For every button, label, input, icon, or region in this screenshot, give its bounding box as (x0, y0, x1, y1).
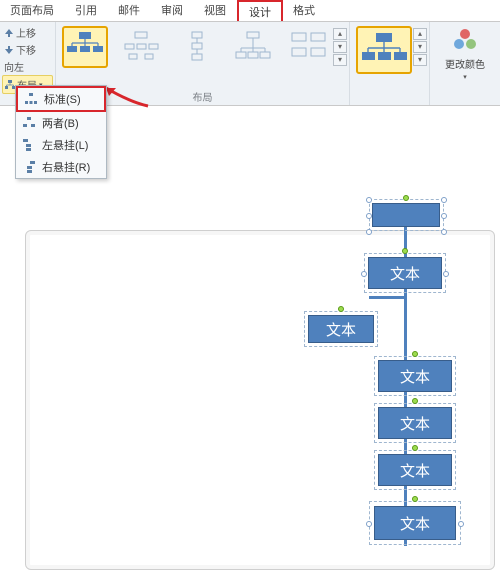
arrow-up-icon (4, 28, 14, 38)
ribbon-tabs: 页面布局 引用 邮件 审阅 视图 设计 格式 (0, 0, 500, 22)
gallery-scroll[interactable]: ▴ ▾ ▾ (333, 28, 347, 67)
gallery-item-2[interactable] (118, 26, 164, 68)
node-5[interactable]: 文本 (378, 407, 452, 439)
gallery-item-4[interactable] (230, 26, 276, 68)
hierarchy-icon (5, 80, 15, 90)
menu-item-label: 标准(S) (44, 91, 81, 107)
gallery-item-3[interactable] (174, 26, 220, 68)
move-left-label: 向左 (4, 59, 24, 74)
node-7[interactable]: 文本 (374, 506, 456, 540)
hierarchy-left-icon (22, 138, 36, 152)
node-6[interactable]: 文本 (378, 454, 452, 486)
tab-page-layout[interactable]: 页面布局 (0, 0, 65, 21)
scroll-down-icon[interactable]: ▾ (333, 41, 347, 53)
scroll-more-icon[interactable]: ▾ (333, 54, 347, 66)
change-colors[interactable]: 更改颜色 ▾ (430, 22, 500, 105)
menu-right-hanging[interactable]: 右悬挂(R) (16, 156, 106, 178)
group-title: 布局 (193, 89, 213, 104)
tab-mailings[interactable]: 邮件 (108, 0, 151, 21)
tab-references[interactable]: 引用 (65, 0, 108, 21)
node-3[interactable]: 文本 (308, 315, 374, 343)
gallery-item-1[interactable] (62, 26, 108, 68)
style-gallery: ▴ ▾ ▾ (350, 22, 430, 105)
hierarchy-right-icon (22, 160, 36, 174)
hierarchy-both-icon (22, 116, 36, 130)
chevron-down-icon: ▾ (463, 73, 467, 81)
move-up[interactable]: 上移 (2, 24, 53, 41)
scroll-more-icon[interactable]: ▾ (413, 54, 427, 66)
move-left[interactable]: 向左 (2, 58, 53, 75)
node-1[interactable] (372, 203, 440, 227)
move-down[interactable]: 下移 (2, 41, 53, 58)
node-2[interactable]: 文本 (368, 257, 442, 289)
scroll-up-icon[interactable]: ▴ (413, 28, 427, 40)
scroll-up-icon[interactable]: ▴ (333, 28, 347, 40)
style-scroll[interactable]: ▴ ▾ ▾ (413, 28, 427, 67)
move-down-label: 下移 (16, 42, 36, 57)
smartart-diagram[interactable]: 文本 文本 文本 文本 文本 文本 (314, 201, 494, 571)
tab-design[interactable]: 设计 (237, 0, 283, 21)
drawing-canvas[interactable]: 文本 文本 文本 文本 文本 文本 (25, 230, 495, 570)
hierarchy-standard-icon (24, 92, 38, 106)
arrow-down-icon (4, 45, 14, 55)
tab-format[interactable]: 格式 (283, 0, 326, 21)
menu-item-label: 两者(B) (42, 115, 79, 131)
gallery-item-5[interactable] (286, 26, 332, 68)
tab-review[interactable]: 审阅 (151, 0, 194, 21)
tab-view[interactable]: 视图 (194, 0, 237, 21)
menu-item-label: 左悬挂(L) (42, 137, 88, 153)
layout-menu: 标准(S) 两者(B) 左悬挂(L) 右悬挂(R) (15, 85, 107, 179)
move-up-label: 上移 (16, 25, 36, 40)
menu-both[interactable]: 两者(B) (16, 112, 106, 134)
style-item-1[interactable] (356, 26, 412, 74)
menu-item-label: 右悬挂(R) (42, 159, 90, 175)
scroll-down-icon[interactable]: ▾ (413, 41, 427, 53)
menu-standard[interactable]: 标准(S) (16, 86, 106, 112)
color-wheel-icon (451, 26, 479, 54)
annotation-arrow-1 (100, 84, 150, 114)
menu-left-hanging[interactable]: 左悬挂(L) (16, 134, 106, 156)
node-4[interactable]: 文本 (378, 360, 452, 392)
change-colors-label: 更改颜色 (445, 56, 485, 71)
